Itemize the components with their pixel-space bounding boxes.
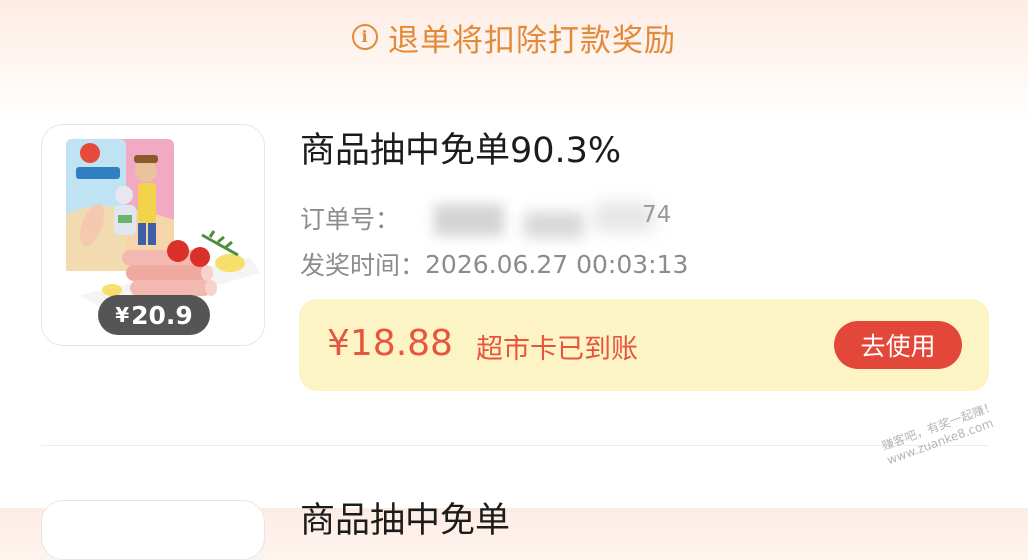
- product-image-card[interactable]: ¥ 20.9: [41, 124, 265, 346]
- watermark: 赚客吧，有奖一起赚！ www.zuanke8.com: [880, 399, 1003, 468]
- next-product-image-card[interactable]: [41, 500, 265, 560]
- item-divider: [41, 445, 989, 446]
- order-number-redacted: 74: [414, 198, 674, 238]
- reward-amount: ¥18.88: [327, 323, 453, 364]
- reward-bar: ¥18.88 超市卡已到账 去使用: [299, 299, 989, 391]
- award-time-row: 发奖时间： 2026.06.27 00:03:13: [300, 246, 688, 282]
- product-price: 20.9: [131, 300, 193, 330]
- award-time-value: 2026.06.27 00:03:13: [425, 249, 689, 279]
- product-price-badge: ¥ 20.9: [98, 295, 210, 335]
- use-button[interactable]: 去使用: [834, 321, 962, 369]
- reward-status: 超市卡已到账: [476, 334, 638, 365]
- refund-notice-text: 退单将扣除打款奖励: [388, 22, 676, 59]
- currency-symbol: ¥: [115, 303, 130, 327]
- award-time-label: 发奖时间：: [300, 251, 426, 280]
- next-item-title: 商品抽中免单: [300, 501, 511, 541]
- order-number-label: 订单号：: [300, 205, 401, 234]
- info-icon: i: [352, 24, 378, 50]
- item-title: 商品抽中免单90.3%: [300, 131, 622, 171]
- refund-notice: i 退单将扣除打款奖励: [0, 14, 1028, 60]
- order-number-row: 订单号： 74: [300, 198, 674, 238]
- order-number-visible-suffix: 74: [642, 202, 672, 228]
